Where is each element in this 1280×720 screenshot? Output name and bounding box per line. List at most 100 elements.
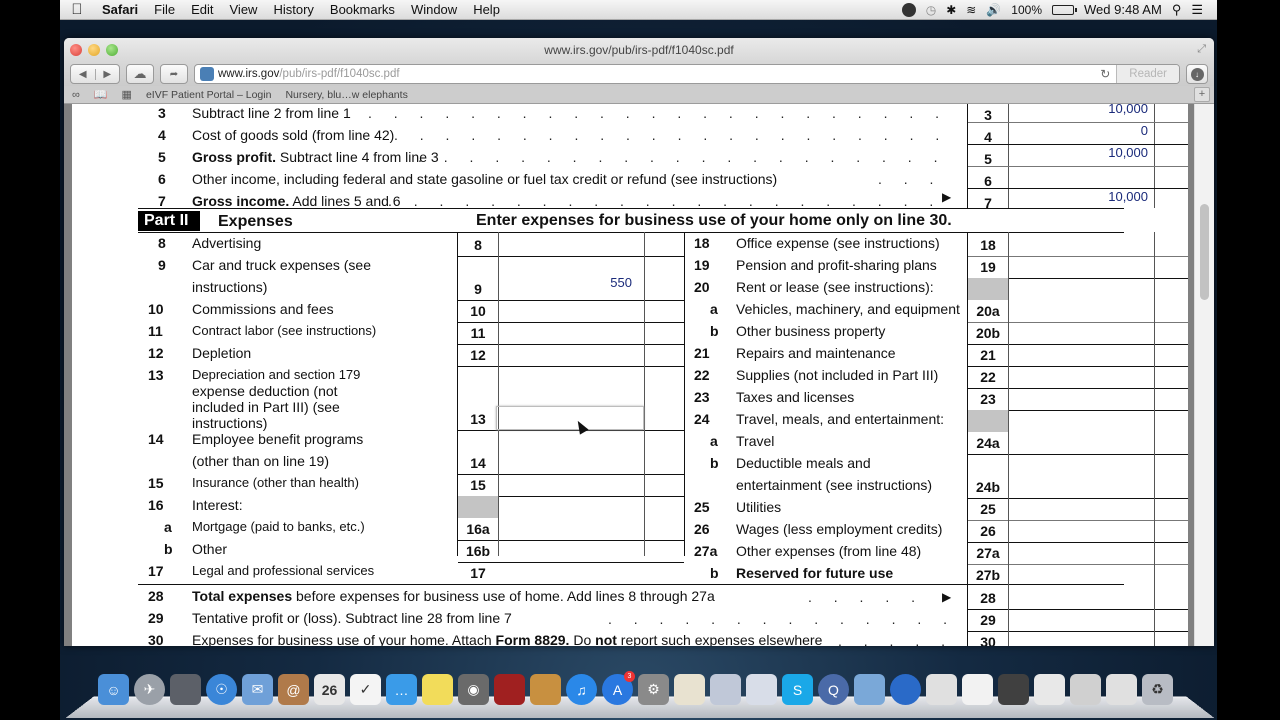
amount-field[interactable]: 550 — [498, 275, 632, 295]
dock-applications-icon[interactable] — [854, 674, 885, 705]
focused-amount-field-13[interactable] — [496, 406, 644, 430]
amount-field[interactable] — [1008, 586, 1148, 606]
vertical-scrollbar[interactable] — [1194, 104, 1214, 646]
dock-safari-icon[interactable]: ☉ — [206, 674, 237, 705]
amount-field[interactable]: 10,000 — [1008, 189, 1148, 209]
amount-field[interactable] — [1008, 319, 1142, 339]
amount-field[interactable] — [498, 297, 632, 317]
zoom-button[interactable] — [106, 44, 118, 56]
dock-finder-icon[interactable]: ☺ — [98, 674, 129, 705]
address-bar[interactable]: www.irs.gov /pub/irs-pdf/f1040sc.pdf ↻ R… — [194, 64, 1180, 84]
dock-document-icon[interactable] — [926, 674, 957, 705]
notification-center-icon[interactable]: ☰ — [1191, 2, 1203, 18]
dock-photo-booth-icon[interactable] — [494, 674, 525, 705]
menu-window[interactable]: Window — [403, 2, 465, 17]
bluetooth-icon[interactable]: ✱ — [946, 3, 956, 17]
dock-mail-icon[interactable]: ✉ — [242, 674, 273, 705]
reader-button[interactable]: Reader — [1116, 65, 1179, 83]
amount-field[interactable] — [498, 231, 632, 251]
dock-quicktime-player-icon[interactable]: Q — [818, 674, 849, 705]
bookmark-nursery[interactable]: Nursery, blu…w elephants — [285, 89, 407, 101]
menu-bookmarks[interactable]: Bookmarks — [322, 2, 403, 17]
dock-document-icon[interactable] — [962, 674, 993, 705]
spotlight-icon[interactable]: ⚲ — [1172, 2, 1182, 18]
dock-document-icon[interactable] — [1034, 674, 1065, 705]
dock-contacts-icon[interactable]: @ — [278, 674, 309, 705]
amount-field[interactable] — [498, 319, 632, 339]
amount-field[interactable] — [1008, 167, 1148, 187]
dock-itunes-icon[interactable]: ♫ — [566, 674, 597, 705]
amount-field[interactable] — [1008, 407, 1142, 427]
menu-file[interactable]: File — [146, 2, 183, 17]
dock-trash-icon[interactable]: ♻ — [1142, 674, 1173, 705]
amount-field[interactable] — [1008, 275, 1142, 295]
amount-field[interactable] — [1008, 495, 1142, 515]
dock-messages-icon[interactable]: … — [386, 674, 417, 705]
forward-button[interactable]: ▶ — [96, 69, 120, 80]
amount-field[interactable] — [1008, 539, 1142, 559]
amount-field[interactable] — [498, 515, 632, 535]
amount-field[interactable] — [498, 449, 632, 469]
bookmarks-book-icon[interactable]: 📖 — [94, 88, 108, 101]
amount-field[interactable]: 0 — [1008, 123, 1148, 143]
amount-field[interactable]: 10,000 — [1008, 145, 1148, 165]
amount-field[interactable] — [1008, 473, 1142, 493]
amount-field[interactable] — [1008, 429, 1142, 449]
dock-image-capture-icon[interactable] — [746, 674, 777, 705]
reading-list-icon[interactable]: ∞ — [72, 89, 80, 101]
dock-reminders-icon[interactable]: ✓ — [350, 674, 381, 705]
wifi-icon[interactable]: ≋ — [966, 3, 976, 17]
amount-field[interactable]: 10,000 — [1008, 104, 1148, 121]
amount-field[interactable] — [1008, 253, 1142, 273]
dock-app-store-downloads-icon[interactable] — [890, 674, 921, 705]
apple-menu-icon[interactable]:  — [60, 1, 94, 18]
amount-field[interactable] — [1008, 297, 1142, 317]
skitch-icon[interactable] — [901, 2, 916, 17]
clock[interactable]: Wed 9:48 AM — [1084, 2, 1162, 17]
menu-history[interactable]: History — [265, 2, 321, 17]
minimize-button[interactable] — [88, 44, 100, 56]
menu-edit[interactable]: Edit — [183, 2, 221, 17]
back-button[interactable]: ◀ — [71, 68, 96, 80]
amount-field[interactable] — [1008, 341, 1142, 361]
amount-field[interactable] — [1008, 231, 1142, 251]
close-button[interactable] — [70, 44, 82, 56]
dock-app-store-icon[interactable]: A3 — [602, 671, 635, 705]
dock-facetime-icon[interactable]: ◉ — [458, 674, 489, 705]
menu-view[interactable]: View — [222, 2, 266, 17]
dock-preview-icon[interactable] — [710, 674, 741, 705]
scroll-thumb[interactable] — [1200, 204, 1209, 300]
top-sites-icon[interactable]: ▦ — [122, 88, 132, 101]
amount-field[interactable] — [498, 341, 632, 361]
dock-document-icon[interactable] — [1106, 674, 1137, 705]
dock-document-icon[interactable] — [1070, 674, 1101, 705]
amount-field[interactable] — [498, 471, 632, 491]
dock-mission-control-icon[interactable] — [170, 674, 201, 705]
amount-field[interactable] — [1008, 608, 1148, 628]
dock-textedit-icon[interactable] — [674, 674, 705, 705]
dock-notes-icon[interactable] — [422, 674, 453, 705]
battery-icon[interactable] — [1052, 4, 1077, 15]
dock-calendar-icon[interactable]: 26 — [314, 674, 345, 705]
dock-iphoto-icon[interactable] — [530, 674, 561, 705]
dock-system-preferences-icon[interactable]: ⚙ — [638, 674, 669, 705]
fullscreen-icon[interactable]: ⤢ — [1197, 43, 1206, 56]
time-machine-icon[interactable]: ◷ — [926, 3, 936, 17]
bookmark-eivf[interactable]: eIVF Patient Portal – Login — [146, 89, 272, 101]
amount-field[interactable] — [1008, 561, 1142, 581]
menu-help[interactable]: Help — [465, 2, 508, 17]
amount-field[interactable] — [1008, 385, 1142, 405]
icloud-tabs-button[interactable]: ☁ — [126, 64, 154, 84]
amount-field[interactable] — [498, 537, 632, 557]
volume-icon[interactable]: 🔊 — [986, 3, 1001, 17]
menu-app-safari[interactable]: Safari — [94, 2, 146, 17]
amount-field[interactable] — [1008, 517, 1142, 537]
amount-field[interactable] — [498, 493, 632, 513]
downloads-button[interactable]: ↓ — [1186, 64, 1208, 84]
reload-icon[interactable]: ↻ — [1100, 67, 1116, 81]
amount-field[interactable] — [498, 559, 632, 579]
dock-skype-icon[interactable]: S — [782, 674, 813, 705]
share-button[interactable]: ➦ — [160, 64, 188, 84]
amount-field[interactable] — [1008, 363, 1142, 383]
new-tab-button[interactable]: + — [1194, 87, 1210, 102]
